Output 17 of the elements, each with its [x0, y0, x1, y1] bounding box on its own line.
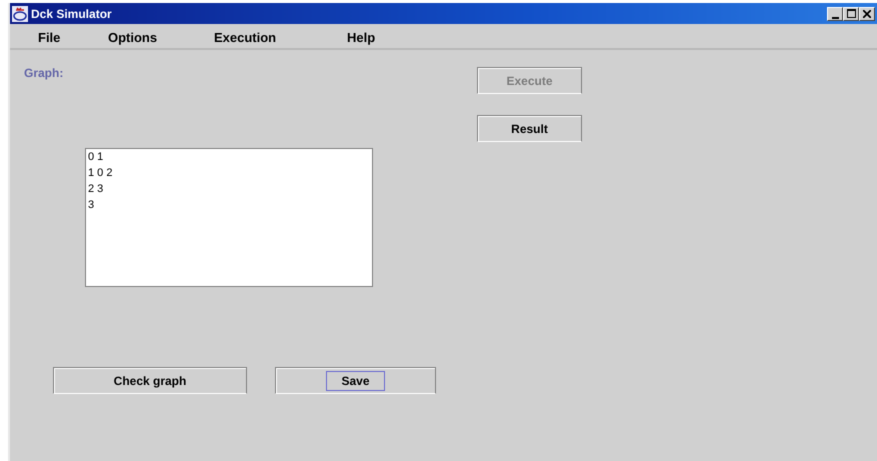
- action-button[interactable]: Check graph: [53, 367, 247, 394]
- menu-item[interactable]: Options: [80, 30, 186, 44]
- action-button[interactable]: Save: [275, 367, 436, 394]
- maximize-button[interactable]: [843, 6, 859, 20]
- menu-item[interactable]: Help: [319, 30, 399, 44]
- menu-item[interactable]: File: [10, 30, 80, 44]
- menu-item[interactable]: Execution: [186, 30, 319, 44]
- graph-label: Graph:: [24, 66, 64, 80]
- close-icon: [863, 10, 871, 18]
- minimize-button[interactable]: [827, 6, 843, 20]
- action-button[interactable]: Result: [477, 115, 582, 142]
- maximize-icon: [846, 9, 856, 18]
- app-icon: [12, 6, 28, 22]
- window-title: Dck Simulator: [31, 6, 113, 20]
- minimize-icon: [832, 16, 838, 18]
- graph-text-area[interactable]: 0 1 1 0 2 2 3 3: [85, 148, 373, 287]
- close-button[interactable]: [859, 6, 875, 20]
